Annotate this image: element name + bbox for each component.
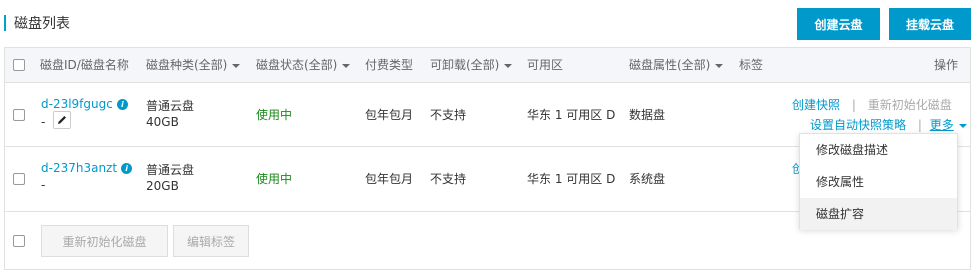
disk-id-link[interactable]: d-23l9fgugc (41, 97, 113, 111)
caret-down-icon (504, 63, 513, 68)
info-icon[interactable]: i (116, 99, 128, 110)
zone: 华东 1 可用区 D (527, 108, 616, 122)
disk-name: - (41, 178, 46, 192)
menu-item-edit-description[interactable]: 修改磁盘描述 (800, 134, 957, 166)
col-detachable-label: 可卸载(全部) (430, 58, 500, 72)
col-actions: 操作 (933, 58, 958, 72)
col-id-name: 磁盘ID/磁盘名称 (40, 58, 129, 72)
billing-type: 包年包月 (365, 172, 414, 186)
more-dropdown-menu: 修改磁盘描述 修改属性 磁盘扩容 (799, 133, 958, 230)
edit-name-button[interactable] (53, 111, 71, 129)
page-title: 磁盘列表 (14, 16, 70, 32)
create-snapshot-link[interactable]: 创建快照 (792, 98, 840, 112)
caret-down-icon (958, 123, 967, 128)
select-all-checkbox[interactable] (13, 59, 25, 71)
col-status-filter[interactable]: 磁盘状态(全部) (256, 48, 351, 83)
col-status-label: 磁盘状态(全部) (256, 58, 338, 72)
col-type-filter[interactable]: 磁盘种类(全部) (146, 48, 241, 83)
action-separator: | (917, 118, 922, 132)
caret-down-icon (232, 63, 241, 68)
disk-name: - (41, 115, 46, 129)
mount-disk-button[interactable]: 挂载云盘 (889, 8, 971, 40)
disk-attribute: 数据盘 (629, 108, 666, 122)
row-checkbox[interactable] (13, 173, 25, 185)
disk-status: 使用中 (256, 108, 293, 122)
detachable: 不支持 (430, 108, 467, 122)
detachable: 不支持 (430, 172, 467, 186)
col-tags: 标签 (739, 58, 764, 72)
caret-down-icon (342, 63, 351, 68)
col-type-label: 磁盘种类(全部) (146, 58, 228, 72)
pencil-icon (58, 116, 66, 124)
batch-edit-tags-button[interactable]: 编辑标签 (173, 225, 249, 257)
col-attribute-filter[interactable]: 磁盘属性(全部) (629, 48, 724, 83)
info-icon[interactable]: i (121, 163, 133, 174)
action-separator: | (851, 98, 856, 112)
disk-size: 20GB (146, 179, 179, 193)
more-label: 更多 (929, 118, 954, 132)
title-accent (4, 15, 6, 31)
disk-status: 使用中 (256, 172, 293, 186)
col-attribute-label: 磁盘属性(全部) (629, 58, 711, 72)
disk-attribute: 系统盘 (629, 172, 666, 186)
more-dropdown-toggle[interactable]: 更多 (930, 118, 967, 132)
menu-item-resize-disk[interactable]: 磁盘扩容 (800, 198, 957, 230)
caret-down-icon (715, 63, 724, 68)
page-title-bar: 磁盘列表 (0, 10, 70, 36)
auto-snapshot-policy-link[interactable]: 设置自动快照策略 (810, 118, 906, 132)
col-zone: 可用区 (527, 58, 564, 72)
zone: 华东 1 可用区 D (527, 172, 616, 186)
disk-type: 普通云盘 (146, 99, 195, 113)
col-detachable-filter[interactable]: 可卸载(全部) (430, 48, 513, 83)
billing-type: 包年包月 (365, 108, 414, 122)
menu-item-edit-attributes[interactable]: 修改属性 (800, 166, 957, 198)
create-disk-button[interactable]: 创建云盘 (797, 8, 880, 40)
table-header: 磁盘ID/磁盘名称 磁盘种类(全部) 磁盘状态(全部) 付费类型 可卸载(全部)… (5, 48, 970, 83)
disk-id-link[interactable]: d-237h3anzt (41, 161, 117, 175)
disk-size: 40GB (146, 115, 179, 129)
disk-type: 普通云盘 (146, 163, 195, 177)
col-billing: 付费类型 (365, 58, 414, 72)
row-checkbox[interactable] (13, 109, 25, 121)
batch-reinit-button[interactable]: 重新初始化磁盘 (41, 225, 168, 257)
footer-select-all-checkbox[interactable] (13, 235, 25, 247)
reinit-disk-link[interactable]: 重新初始化磁盘 (868, 98, 952, 112)
